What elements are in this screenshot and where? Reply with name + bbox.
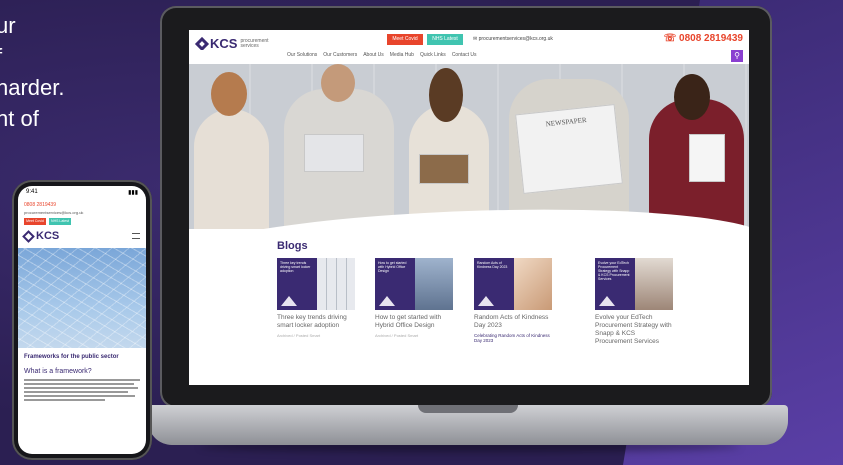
laptop-notch <box>418 405 518 413</box>
blog-card-photo <box>514 258 552 310</box>
nav-item[interactable]: Our Solutions <box>287 52 317 58</box>
phone-body-text <box>18 379 146 401</box>
hero-laptop-prop <box>304 134 364 172</box>
logo-text: KCS <box>210 36 238 51</box>
blog-card-overlay: Evolve your EdTech Procurement Strategy … <box>598 261 630 281</box>
hero-image: NEWSPAPER <box>189 64 749 229</box>
phone-status-bar: 9:41 ▮▮▮ <box>18 186 146 198</box>
nav-item[interactable]: Media Hub <box>390 52 414 58</box>
hero-person-head <box>321 64 355 102</box>
headline-line: ur <box>0 13 16 38</box>
header-email[interactable]: ✉ procurementservices@kcs.org.uk <box>473 36 553 42</box>
blog-card-meta: Archived / Posted Smart <box>375 333 419 338</box>
main-nav: Our Solutions Our Customers About Us Med… <box>189 50 749 64</box>
blog-card-photo <box>317 258 355 310</box>
header-phone-text: 0808 2819439 <box>679 33 743 44</box>
blog-card-image: Evolve your EdTech Procurement Strategy … <box>595 258 673 310</box>
hero-person <box>194 109 269 229</box>
phone-logo[interactable]: KCS <box>18 228 146 244</box>
menu-icon[interactable] <box>132 233 140 239</box>
blog-card-overlay: Three key trends driving smart locker ad… <box>280 261 311 273</box>
phone-meet-covid-button[interactable]: Meet Covid <box>24 218 46 225</box>
phone-hero-image <box>18 248 146 348</box>
blog-card[interactable]: Random Acts of Kindness Day 2023 Random … <box>474 258 552 343</box>
blog-card[interactable]: Three key trends driving smart locker ad… <box>277 258 355 338</box>
hero-book-prop <box>419 154 469 184</box>
headline-text: ur f harder. nt of <box>0 10 170 134</box>
header-phone[interactable]: ☏ 0808 2819439 <box>664 33 743 44</box>
headline-line: harder. <box>0 75 65 100</box>
blog-card-photo <box>635 258 673 310</box>
blog-card-image: Three key trends driving smart locker ad… <box>277 258 355 310</box>
site-header: KCS procurement services Meet Covid NHS … <box>189 30 749 51</box>
blog-card[interactable]: Evolve your EdTech Procurement Strategy … <box>595 258 673 349</box>
hero-person-head <box>429 68 463 122</box>
blog-card-overlay: Random Acts of Kindness Day 2023 <box>477 261 508 269</box>
site-logo[interactable]: KCS procurement services <box>194 36 269 51</box>
laptop-screen: KCS procurement services Meet Covid NHS … <box>189 30 749 385</box>
blog-card-meta: Celebrating Random Acts of Kindness Day … <box>474 333 550 343</box>
meet-covid-button[interactable]: Meet Covid <box>387 34 423 45</box>
blog-card-photo <box>415 258 453 310</box>
blog-card-overlay: How to get started with Hybrid Office De… <box>378 261 407 273</box>
blogs-heading: Blogs <box>277 240 308 252</box>
nav-item[interactable]: About Us <box>363 52 384 58</box>
logo-subtitle: procurement services <box>240 37 269 49</box>
hero-newspaper: NEWSPAPER <box>515 103 623 195</box>
blog-card-image: Random Acts of Kindness Day 2023 <box>474 258 552 310</box>
phone-time: 9:41 <box>26 189 38 195</box>
phone-nhs-latest-button[interactable]: NHS Latest <box>49 218 71 225</box>
phone-buttons: Meet Covid NHS Latest <box>18 215 146 228</box>
hero-tablet-prop <box>689 134 725 182</box>
hero-person-head <box>211 72 247 116</box>
signal-icon: ▮▮▮ <box>128 190 138 196</box>
blog-card-title[interactable]: How to get started with Hybrid Office De… <box>375 314 453 330</box>
hero-person-head <box>674 74 710 120</box>
newspaper-title: NEWSPAPER <box>545 116 587 129</box>
headline-line: f <box>0 41 170 72</box>
nhs-latest-button[interactable]: NHS Latest <box>427 34 463 45</box>
blog-card[interactable]: How to get started with Hybrid Office De… <box>375 258 453 338</box>
blog-card-title[interactable]: Three key trends driving smart locker ad… <box>277 314 355 330</box>
logo-diamond-icon <box>22 229 35 243</box>
nav-item[interactable]: Contact Us <box>452 52 477 58</box>
blog-card-title[interactable]: Evolve your EdTech Procurement Strategy … <box>595 314 673 346</box>
phone-what-heading: What is a framework? <box>24 368 92 375</box>
header-email-text: procurementservices@kcs.org.uk <box>478 36 553 42</box>
phone-section-title: Frameworks for the public sector <box>24 354 119 360</box>
phone-screen: 9:41 ▮▮▮ 0808 2819439 procurementservice… <box>18 186 146 454</box>
blog-card-meta: Archived / Posted Smart <box>277 333 321 338</box>
phone-logo-text: KCS <box>36 230 60 242</box>
blog-card-image: How to get started with Hybrid Office De… <box>375 258 453 310</box>
nav-item[interactable]: Quick Links <box>420 52 446 58</box>
blog-card-title[interactable]: Random Acts of Kindness Day 2023 <box>474 314 552 330</box>
nav-item[interactable]: Our Customers <box>323 52 357 58</box>
logo-diamond-icon <box>194 36 210 51</box>
phone-number[interactable]: 0808 2819439 <box>18 202 146 208</box>
headline-line: nt of <box>0 106 39 131</box>
search-icon[interactable]: ⚲ <box>731 50 743 62</box>
